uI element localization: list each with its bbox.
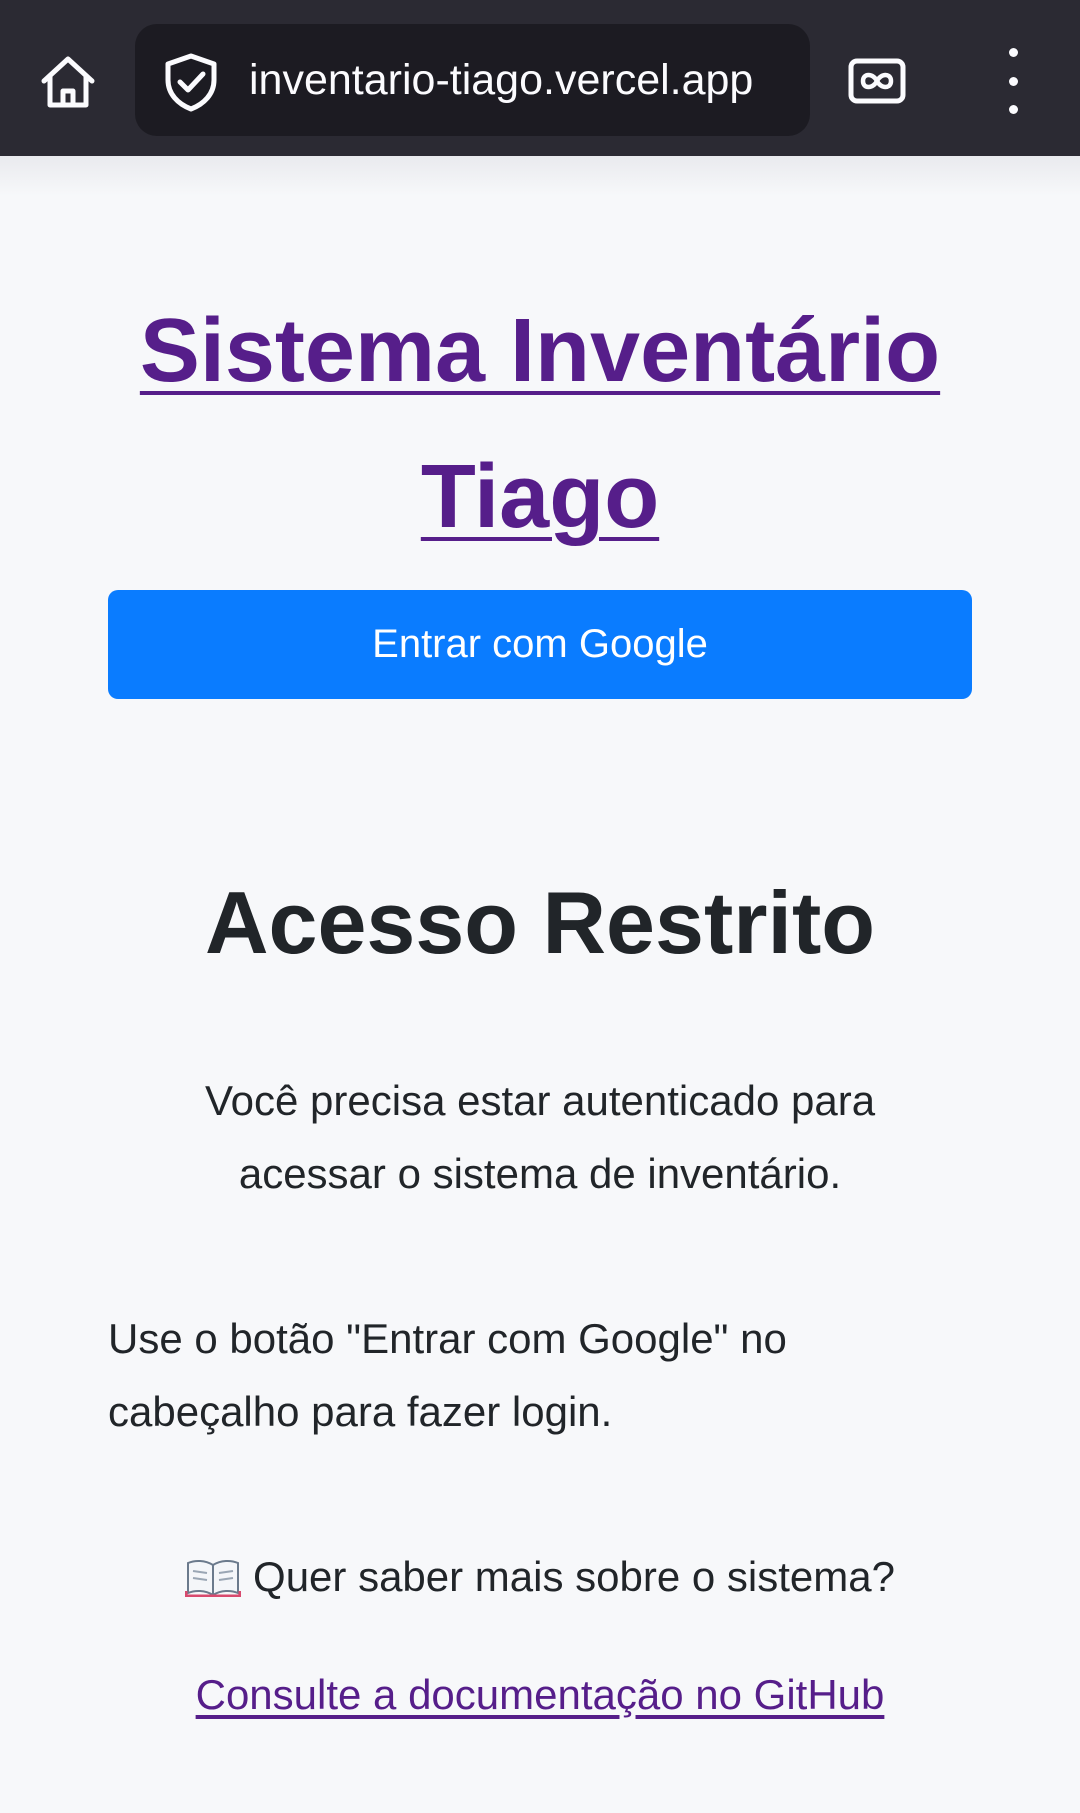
app-title-line1[interactable]: Sistema Inventário — [140, 301, 940, 401]
app-title-line2[interactable]: Tiago — [421, 447, 659, 547]
app-title-link[interactable]: Sistema Inventário Tiago — [100, 278, 980, 570]
url-text[interactable]: inventario-tiago.vercel.app — [249, 24, 753, 136]
browser-toolbar: inventario-tiago.vercel.app — [0, 0, 1080, 156]
reader-mode-icon — [848, 58, 906, 104]
restricted-access-heading: Acesso Restrito — [204, 873, 875, 972]
docs-prompt-text: Quer saber mais sobre o sistema? — [253, 1553, 895, 1600]
home-button[interactable] — [30, 44, 106, 120]
github-docs-link[interactable]: Consulte a documentação no GitHub — [0, 1658, 1080, 1731]
menu-dot — [1008, 76, 1018, 86]
reader-mode-button[interactable] — [846, 50, 908, 112]
open-book-icon — [185, 1559, 242, 1597]
browser-menu-button[interactable] — [990, 48, 1036, 114]
google-login-button[interactable]: Entrar com Google — [108, 590, 972, 699]
toolbar-shadow — [0, 156, 1080, 196]
address-bar[interactable]: inventario-tiago.vercel.app — [135, 24, 810, 136]
login-instruction: Use o botão "Entrar com Google" no cabeç… — [108, 1315, 787, 1435]
auth-required-message: Você precisa estar autenticado para aces… — [204, 1077, 876, 1197]
shield-check-icon[interactable] — [161, 52, 221, 112]
more-vertical-icon — [1008, 48, 1018, 57]
docs-prompt: Quer saber mais sobre o sistema? — [0, 1540, 1080, 1613]
menu-dot — [1008, 105, 1018, 114]
home-icon — [41, 56, 95, 108]
